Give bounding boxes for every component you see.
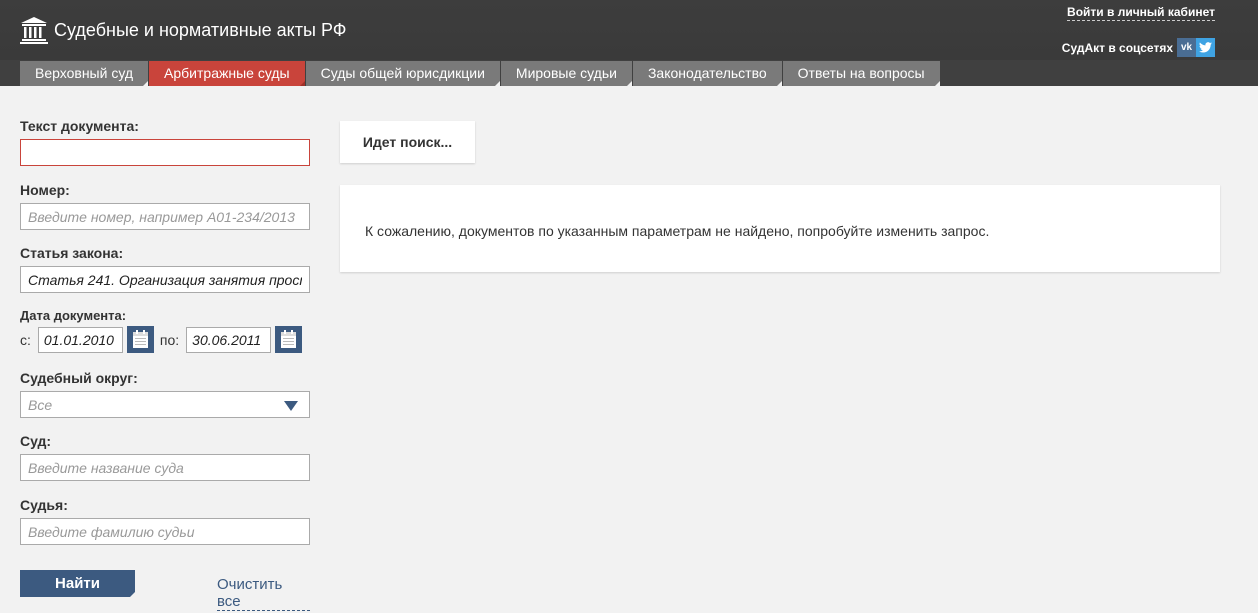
district-value: Все: [28, 397, 53, 413]
site-title: Судебные и нормативные акты РФ: [54, 19, 347, 40]
article-input[interactable]: [20, 266, 310, 293]
vk-icon[interactable]: vk: [1177, 38, 1196, 57]
document-text-label: Текст документа:: [20, 118, 139, 134]
main-nav-tabs: Верховный суд Арбитражные суды Суды обще…: [20, 61, 941, 86]
social-block: СудАкт в соцсетях vk: [1062, 38, 1215, 57]
date-to-input[interactable]: [186, 326, 272, 353]
document-text-input[interactable]: [20, 139, 310, 166]
date-range: с: по:: [20, 326, 303, 353]
no-results-message: К сожалению, документов по указанным пар…: [365, 223, 990, 239]
date-to-prefix: по:: [159, 331, 180, 348]
tab-legislation[interactable]: Законодательство: [632, 61, 782, 86]
number-input[interactable]: [20, 203, 310, 230]
article-label: Статья закона:: [20, 245, 124, 261]
tab-supreme-court[interactable]: Верховный суд: [20, 61, 149, 86]
dropdown-arrow-icon: [284, 401, 298, 411]
tab-answers[interactable]: Ответы на вопросы: [782, 61, 940, 86]
twitter-icon[interactable]: [1196, 38, 1215, 57]
results-panel: К сожалению, документов по указанным пар…: [340, 185, 1220, 272]
site-header: Судебные и нормативные акты РФ Войти в л…: [0, 0, 1258, 86]
district-select[interactable]: Все: [20, 391, 310, 418]
judge-input[interactable]: [20, 518, 310, 545]
clear-all-link[interactable]: Очистить все: [217, 576, 310, 611]
courthouse-icon: [20, 17, 48, 44]
district-label: Судебный округ:: [20, 370, 138, 386]
number-label: Номер:: [20, 182, 70, 198]
search-status: Идет поиск...: [340, 121, 475, 163]
search-button[interactable]: Найти: [20, 570, 135, 597]
login-link[interactable]: Войти в личный кабинет: [1067, 5, 1215, 21]
date-from-prefix: с:: [20, 331, 31, 348]
court-input[interactable]: [20, 454, 310, 481]
court-label: Суд:: [20, 433, 52, 449]
calendar-icon[interactable]: [275, 326, 303, 353]
social-label: СудАкт в соцсетях: [1061, 40, 1173, 55]
site-logo[interactable]: Судебные и нормативные акты РФ: [20, 15, 346, 45]
date-label: Дата документа:: [20, 308, 127, 323]
judge-label: Судья:: [20, 497, 68, 513]
calendar-icon[interactable]: [126, 326, 154, 353]
tab-magistrates[interactable]: Мировые судьи: [500, 61, 633, 86]
date-from-input[interactable]: [37, 326, 123, 353]
tab-general-courts[interactable]: Суды общей юрисдикции: [305, 61, 501, 86]
tab-arbitration-courts[interactable]: Арбитражные суды: [149, 61, 305, 86]
